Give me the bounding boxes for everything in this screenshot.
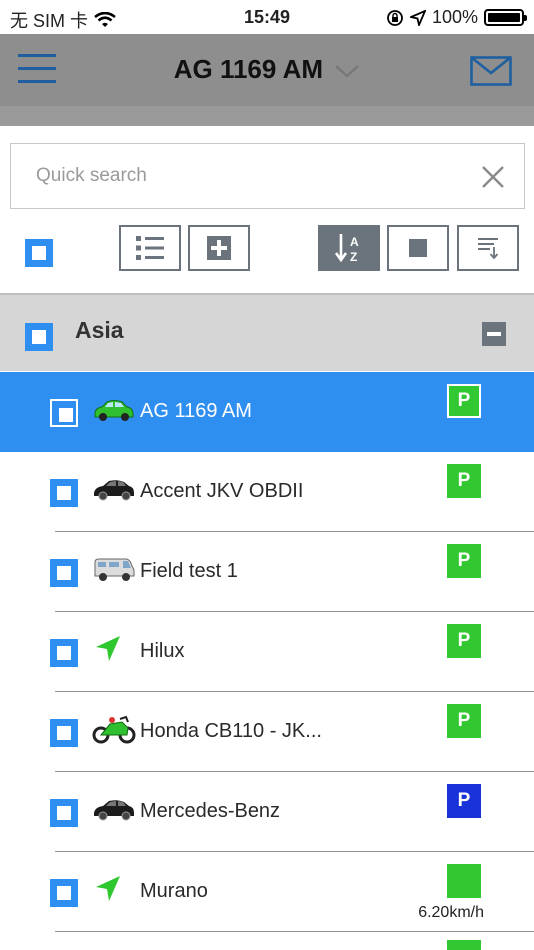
sort-az-button[interactable]: A Z — [318, 225, 380, 271]
green-arrow-icon — [96, 636, 120, 661]
svg-text:Z: Z — [350, 250, 357, 264]
vehicle-row[interactable]: Field test 1 P — [0, 532, 534, 612]
black-car-icon — [94, 800, 134, 821]
vehicle-name: Murano — [140, 880, 208, 902]
stop-button[interactable] — [387, 225, 449, 271]
vehicle-checkbox[interactable] — [50, 559, 78, 587]
list-view-button[interactable] — [119, 225, 181, 271]
location-arrow-icon — [409, 9, 426, 26]
select-all-checkbox[interactable] — [25, 239, 53, 267]
nav-title[interactable]: AG 1169 AM — [0, 54, 534, 85]
vehicle-checkbox[interactable] — [50, 879, 78, 907]
parking-status-badge: P — [447, 624, 481, 658]
parking-status-badge: P — [447, 784, 481, 818]
svg-text:A: A — [350, 235, 359, 249]
vehicle-checkbox[interactable] — [50, 399, 78, 427]
status-bar: 无 SIM 卡 15:49 100% — [0, 0, 534, 34]
envelope-icon[interactable] — [470, 56, 512, 86]
quick-search-input[interactable] — [11, 144, 451, 208]
nav-title-text: AG 1169 AM — [173, 54, 324, 84]
add-button[interactable] — [188, 225, 250, 271]
status-badge-partial — [447, 940, 481, 950]
van-icon — [94, 558, 135, 581]
list-icon — [136, 236, 164, 260]
vehicle-row[interactable]: Hilux P — [0, 612, 534, 692]
group-checkbox[interactable] — [25, 323, 53, 351]
green-arrow-icon — [96, 876, 120, 901]
battery-percent: 100% — [431, 7, 478, 27]
parking-status-badge: P — [447, 384, 481, 418]
vehicle-row[interactable]: AG 1169 AM P — [0, 372, 534, 452]
parking-status-badge: P — [447, 704, 481, 738]
black-car-icon — [94, 480, 134, 501]
quick-search-box — [10, 143, 525, 209]
battery-icon — [484, 9, 527, 26]
vehicle-row[interactable]: Accent JKV OBDII P — [0, 452, 534, 532]
vehicle-row[interactable]: Honda CB110 - JK... P — [0, 692, 534, 772]
orientation-lock-icon — [387, 9, 403, 26]
vehicle-row[interactable]: Murano 6.20km/h — [0, 852, 534, 932]
group-name: Asia — [75, 317, 124, 343]
vehicle-row-partial[interactable] — [0, 932, 534, 950]
vehicle-list: AG 1169 AM P Accent JKV OBDII P Field te… — [0, 372, 534, 950]
chevron-down-icon — [335, 65, 360, 78]
vehicle-row[interactable]: Mercedes-Benz P — [0, 772, 534, 852]
top-nav-bar: AG 1169 AM — [0, 34, 534, 106]
vehicle-checkbox[interactable] — [50, 479, 78, 507]
parking-status-badge: P — [447, 464, 481, 498]
tab-strip-dimmed — [0, 106, 534, 126]
vehicle-speed: 6.20km/h — [418, 904, 484, 921]
vehicle-name: Honda CB110 - JK... — [140, 720, 322, 742]
vehicle-checkbox[interactable] — [50, 719, 78, 747]
stop-icon — [409, 239, 427, 257]
vehicle-name: AG 1169 AM — [140, 400, 252, 422]
parking-status-badge: P — [447, 544, 481, 578]
vehicle-name: Mercedes-Benz — [140, 800, 281, 822]
vehicle-name: Accent JKV OBDII — [140, 480, 304, 502]
green-car-icon — [94, 400, 134, 421]
filter-icon — [478, 238, 499, 260]
vehicle-name: Hilux — [140, 640, 185, 662]
sort-az-icon: A Z — [335, 234, 359, 264]
group-header-asia[interactable]: Asia — [0, 293, 534, 371]
vehicle-checkbox[interactable] — [50, 639, 78, 667]
collapse-group-button[interactable] — [482, 322, 506, 346]
clear-search-icon[interactable] — [480, 164, 506, 190]
vehicle-name: Field test 1 — [140, 560, 238, 582]
add-icon — [207, 236, 231, 260]
filter-button[interactable] — [457, 225, 519, 271]
motorcycle-icon — [92, 715, 136, 744]
vehicle-checkbox[interactable] — [50, 799, 78, 827]
list-toolbar: A Z — [0, 225, 534, 275]
moving-status-badge — [447, 864, 481, 898]
